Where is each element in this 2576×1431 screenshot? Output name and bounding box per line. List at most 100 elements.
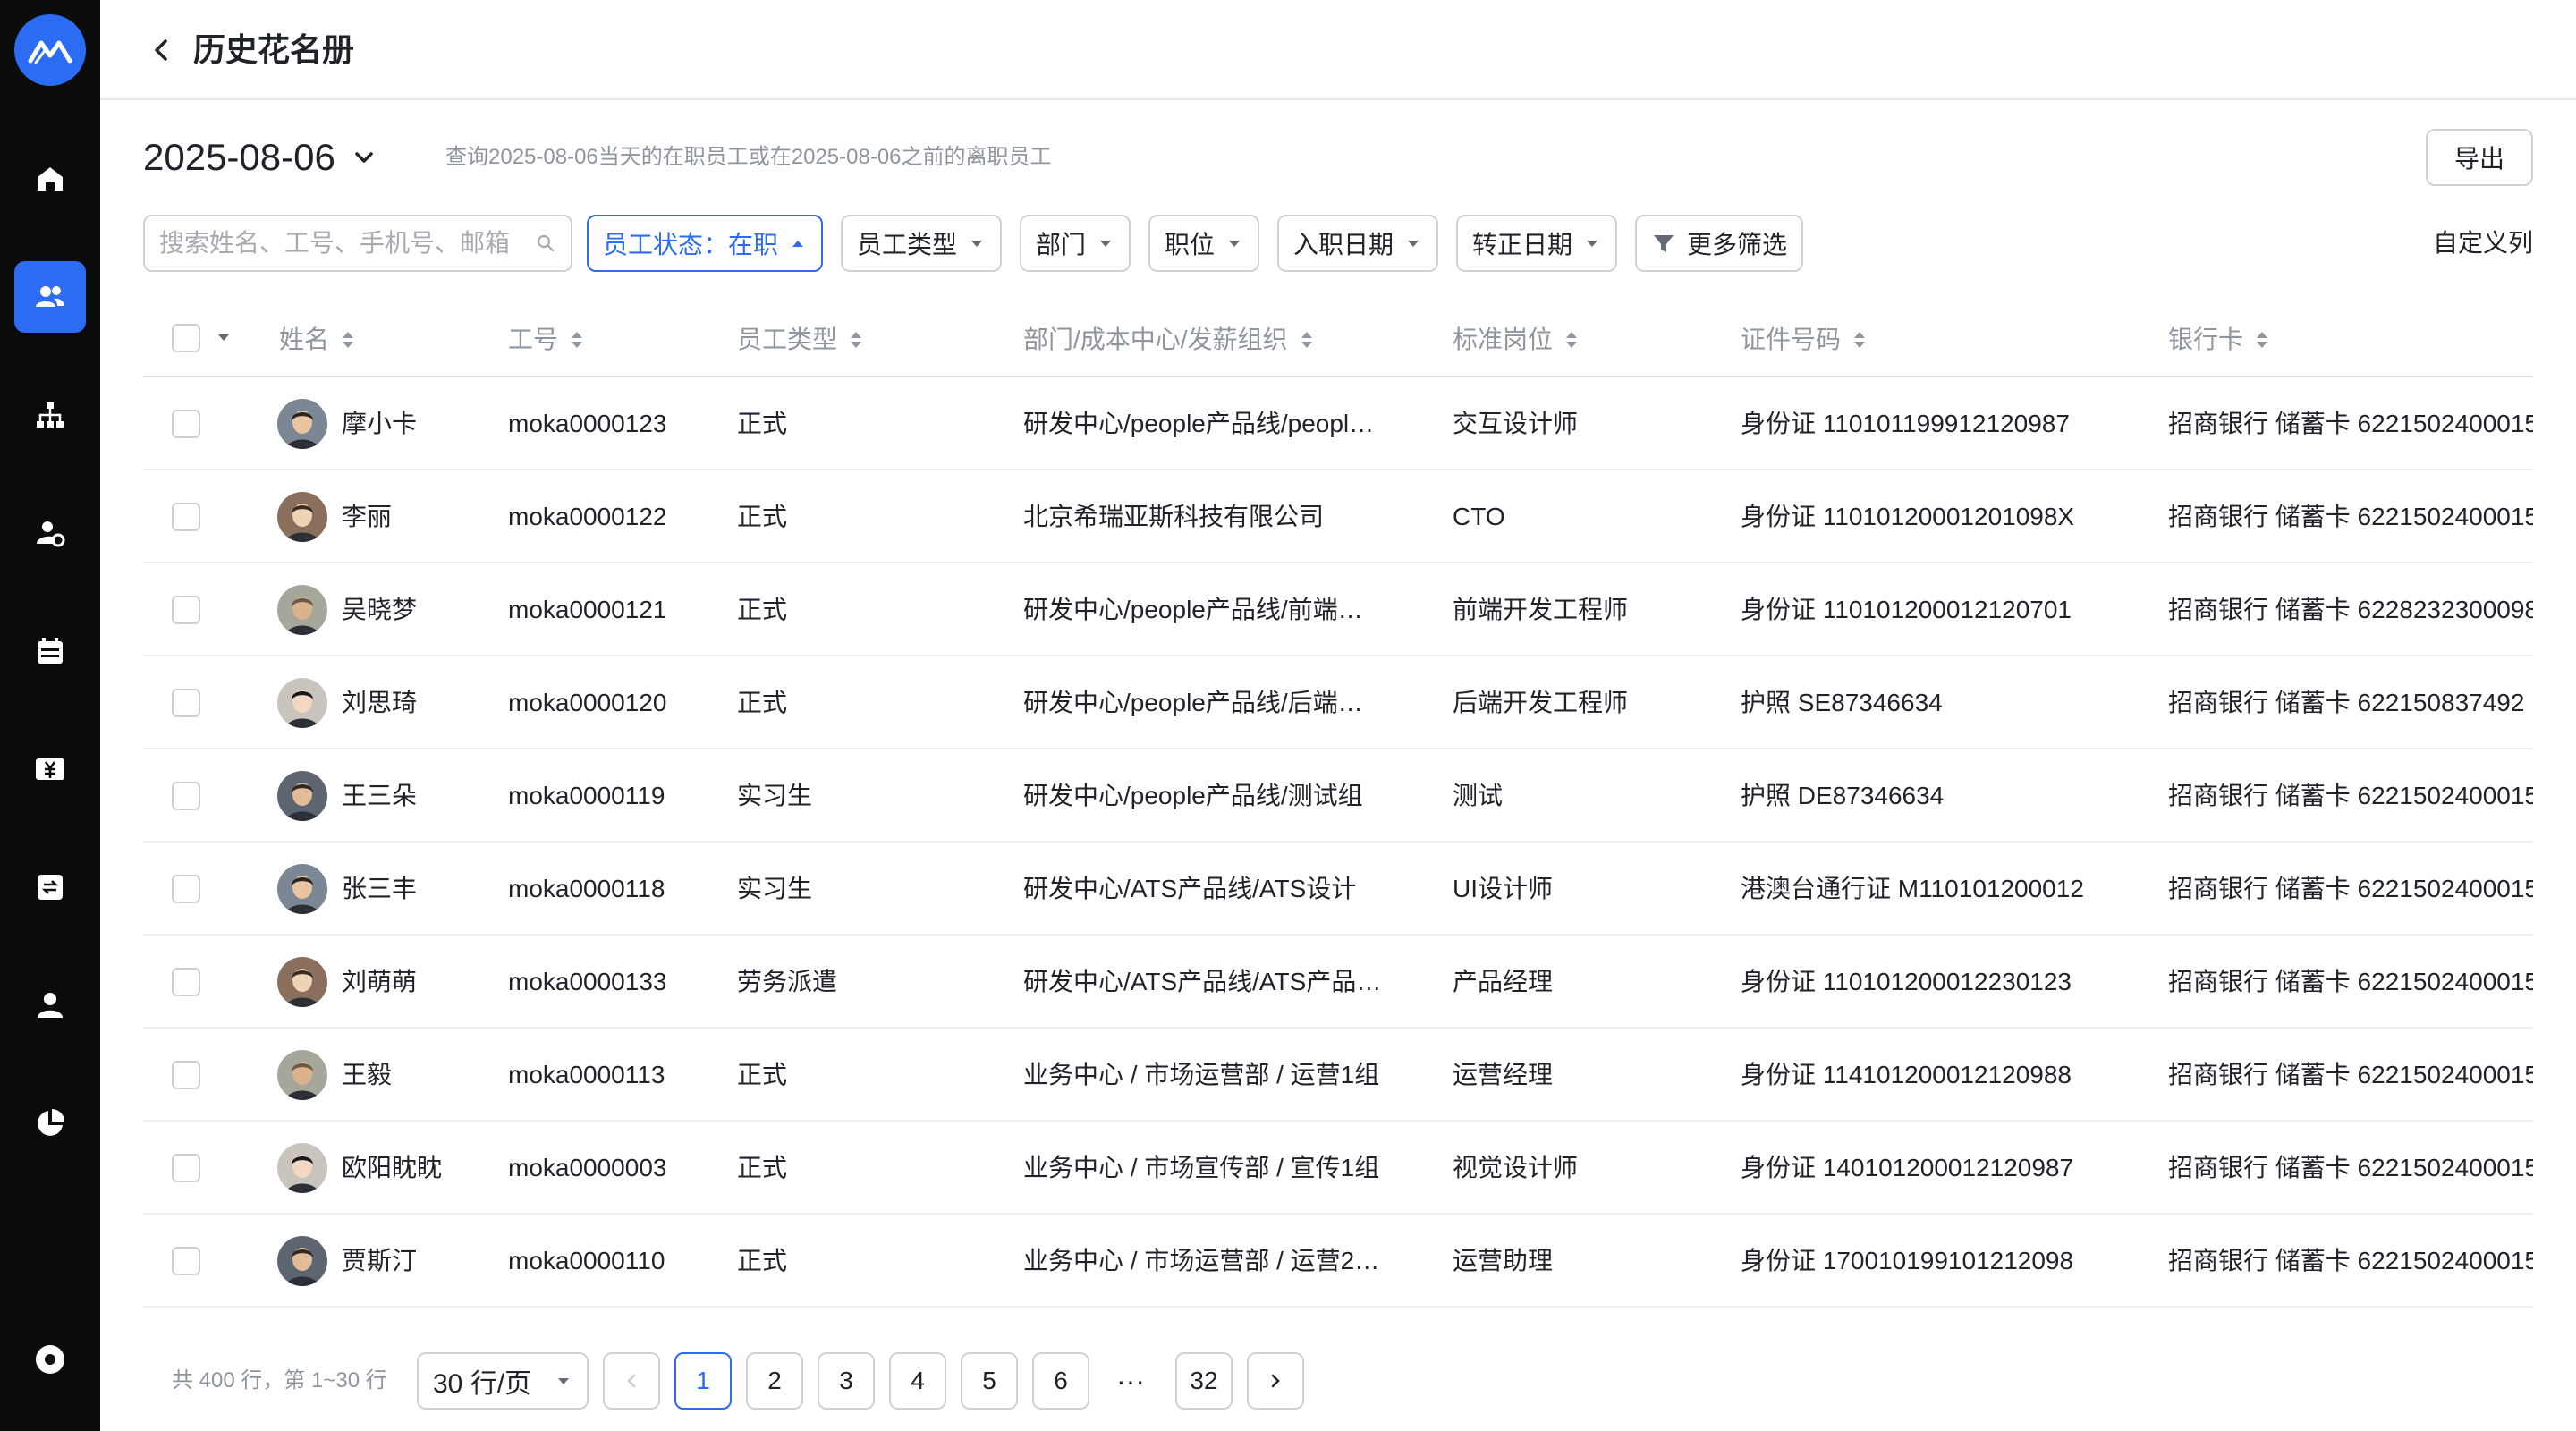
filter-confirmation-date[interactable]: 转正日期 xyxy=(1456,215,1618,272)
table-row[interactable]: 吴晓梦 moka0000121 正式 研发中心/people产品线/前端… 前端开发工程… xyxy=(143,563,2533,656)
column-label: 工号 xyxy=(508,326,559,353)
avatar xyxy=(277,678,327,728)
chevron-left-icon xyxy=(627,1374,636,1388)
sort-icon xyxy=(1566,332,1578,348)
table-row[interactable]: 王三朵 moka0000119 实习生 研发中心/people产品线/测试组 测试 护照 … xyxy=(143,749,2533,843)
back-arrow-icon[interactable] xyxy=(143,32,179,68)
table-row[interactable]: 欧阳眈眈 moka0000003 正式 业务中心 / 市场宣传部 / 宣传1组 视觉设计… xyxy=(143,1122,2533,1215)
cell-certificate: 身份证 110101200012230123 xyxy=(1741,968,2072,995)
cell-name[interactable]: 刘萌萌 xyxy=(342,964,494,1000)
roster-table: 姓名 工号 员工类型 部门/成本中心/发薪组织 标准岗位 证件号码 银行卡 摩小… xyxy=(143,301,2533,1308)
custom-columns-link[interactable]: 自定义列 xyxy=(2433,225,2533,261)
row-checkbox[interactable] xyxy=(172,875,200,903)
page-size-select[interactable]: 30 行/页 xyxy=(417,1352,589,1410)
table-row[interactable]: 王毅 moka0000113 正式 业务中心 / 市场运营部 / 运营1组 运营经理 身份… xyxy=(143,1029,2533,1122)
column-header-id[interactable]: 工号 xyxy=(508,322,585,358)
page-button-5[interactable]: 5 xyxy=(961,1352,1018,1410)
export-button[interactable]: 导出 xyxy=(2426,129,2533,186)
home-icon[interactable] xyxy=(14,143,86,215)
search-box[interactable] xyxy=(143,215,572,272)
cell-name[interactable]: 欧阳眈眈 xyxy=(342,1150,494,1186)
table-row[interactable]: 刘萌萌 moka0000133 劳务派遣 研发中心/ATS产品线/ATS产品… 产品经理… xyxy=(143,936,2533,1029)
filter-employee-status[interactable]: 员工状态：在职 xyxy=(587,215,824,272)
row-checkbox[interactable] xyxy=(172,968,200,996)
row-checkbox[interactable] xyxy=(172,596,200,624)
cell-employee-type: 正式 xyxy=(737,689,788,716)
cell-employee-type: 正式 xyxy=(737,596,788,623)
pie-chart-icon[interactable] xyxy=(14,1088,86,1159)
page-button-last[interactable]: 32 xyxy=(1175,1352,1233,1410)
page-button-2[interactable]: 2 xyxy=(746,1352,803,1410)
moka-logo[interactable] xyxy=(14,14,86,86)
more-filters-button[interactable]: 更多筛选 xyxy=(1635,215,1804,272)
column-header-type[interactable]: 员工类型 xyxy=(737,322,864,358)
user-settings-icon[interactable] xyxy=(14,497,86,569)
filter-position[interactable]: 职位 xyxy=(1148,215,1260,272)
filter-employee-type[interactable]: 员工类型 xyxy=(841,215,1003,272)
cell-name[interactable]: 王毅 xyxy=(342,1057,494,1093)
filter-label: 入职日期 xyxy=(1293,231,1394,258)
table-row[interactable]: 刘思琦 moka0000120 正式 研发中心/people产品线/后端… 后端开发工程… xyxy=(143,656,2533,749)
avatar xyxy=(277,1050,327,1100)
page-button-4[interactable]: 4 xyxy=(889,1352,946,1410)
users-icon[interactable] xyxy=(14,261,86,333)
cell-name[interactable]: 摩小卡 xyxy=(342,406,494,442)
row-checkbox[interactable] xyxy=(172,689,200,717)
filter-label: 员工类型 xyxy=(857,231,958,258)
table-row[interactable]: 贾斯汀 moka0000110 正式 业务中心 / 市场运营部 / 运营2… 运营助理 身… xyxy=(143,1215,2533,1308)
cell-name[interactable]: 吴晓梦 xyxy=(342,592,494,628)
help-icon[interactable] xyxy=(14,1324,86,1395)
cell-position: 运营助理 xyxy=(1453,1247,1554,1274)
table-row[interactable]: 张三丰 moka0000118 实习生 研发中心/ATS产品线/ATS设计 UI设计师 港… xyxy=(143,843,2533,936)
cell-position: 测试 xyxy=(1453,782,1504,809)
avatar xyxy=(277,399,327,449)
profile-icon[interactable] xyxy=(14,970,86,1041)
prev-page-button[interactable] xyxy=(603,1352,660,1410)
cell-name[interactable]: 刘思琦 xyxy=(342,685,494,721)
cell-name[interactable]: 贾斯汀 xyxy=(342,1243,494,1279)
cell-department: 研发中心/ATS产品线/ATS产品… xyxy=(1023,968,1382,995)
row-checkbox[interactable] xyxy=(172,1247,200,1275)
select-menu-caret-icon[interactable] xyxy=(215,331,233,345)
calendar-icon[interactable] xyxy=(14,615,86,687)
next-page-button[interactable] xyxy=(1247,1352,1304,1410)
row-checkbox[interactable] xyxy=(172,1061,200,1089)
row-checkbox[interactable] xyxy=(172,1154,200,1182)
row-checkbox[interactable] xyxy=(172,503,200,531)
table-body: 摩小卡 moka0000123 正式 研发中心/people产品线/peopl… 交互设… xyxy=(143,377,2533,1308)
table-row[interactable]: 李丽 moka0000122 正式 北京希瑞亚斯科技有限公司 CTO 身份证 110101… xyxy=(143,470,2533,563)
cell-certificate: 护照 DE87346634 xyxy=(1741,782,1945,809)
filter-department[interactable]: 部门 xyxy=(1020,215,1131,272)
avatar xyxy=(277,864,327,914)
column-header-department[interactable]: 部门/成本中心/发薪组织 xyxy=(1023,322,1315,358)
cell-name[interactable]: 李丽 xyxy=(342,499,494,535)
page-ellipsis[interactable]: ··· xyxy=(1116,1363,1145,1399)
page-button-1[interactable]: 1 xyxy=(674,1352,732,1410)
column-header-position[interactable]: 标准岗位 xyxy=(1453,322,1580,358)
filter-hire-date[interactable]: 入职日期 xyxy=(1277,215,1439,272)
cell-certificate: 护照 SE87346634 xyxy=(1741,689,1943,716)
cell-employee-id: moka0000120 xyxy=(508,689,667,716)
cell-employee-id: moka0000123 xyxy=(508,410,667,437)
cell-name[interactable]: 王三朵 xyxy=(342,778,494,814)
sort-icon xyxy=(1301,332,1312,348)
row-checkbox[interactable] xyxy=(172,782,200,810)
column-header-certificate[interactable]: 证件号码 xyxy=(1741,322,1868,358)
column-header-bank-card[interactable]: 银行卡 xyxy=(2168,322,2270,358)
table-row[interactable]: 摩小卡 moka0000123 正式 研发中心/people产品线/peopl… 交互设… xyxy=(143,377,2533,470)
payroll-icon[interactable] xyxy=(14,733,86,805)
page-button-6[interactable]: 6 xyxy=(1032,1352,1089,1410)
search-input[interactable] xyxy=(159,229,535,258)
cell-name[interactable]: 张三丰 xyxy=(342,871,494,907)
column-label: 证件号码 xyxy=(1741,326,1842,353)
row-checkbox[interactable] xyxy=(172,410,200,438)
date-selector[interactable]: 2025-08-06 xyxy=(143,132,378,182)
transfer-icon[interactable] xyxy=(14,851,86,923)
select-all-checkbox[interactable] xyxy=(172,324,200,352)
cell-employee-id: moka0000121 xyxy=(508,596,667,623)
column-header-name[interactable]: 姓名 xyxy=(279,322,356,358)
cell-bank-card: 招商银行 储蓄卡 6221502400015 xyxy=(2168,1247,2533,1274)
cell-position: 视觉设计师 xyxy=(1453,1154,1579,1181)
page-button-3[interactable]: 3 xyxy=(818,1352,875,1410)
org-chart-icon[interactable] xyxy=(14,379,86,451)
